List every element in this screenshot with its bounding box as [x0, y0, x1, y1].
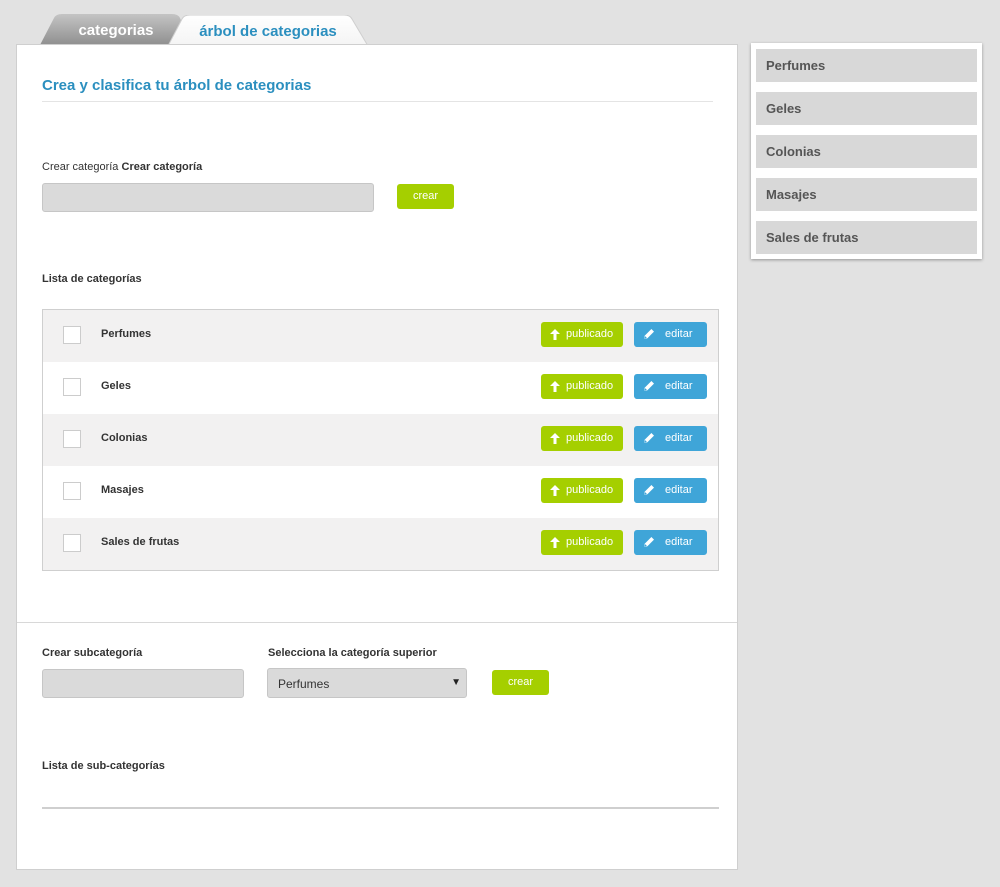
list-item: Masajes publicado editar — [43, 466, 718, 518]
pencil-icon — [644, 329, 654, 339]
publish-button-label: publicado — [566, 380, 614, 392]
row-label: Geles — [101, 380, 131, 392]
subcategory-list-title: Lista de sub-categorías — [42, 760, 165, 772]
edit-button-label: editar — [665, 484, 693, 496]
tab-bar: categorias árbol de categorias — [40, 14, 380, 46]
publish-button-label: publicado — [566, 432, 614, 444]
caret-down-icon: ▼ — [451, 677, 461, 688]
row-label: Colonias — [101, 432, 148, 444]
create-category-label: Crear categoría Crear categoría — [42, 161, 202, 173]
publish-button[interactable]: publicado — [541, 374, 623, 399]
category-list-title: Lista de categorías — [42, 273, 142, 285]
edit-button[interactable]: editar — [634, 374, 707, 399]
pencil-icon — [644, 537, 654, 547]
edit-button-label: editar — [665, 536, 693, 548]
sidebar-item-geles[interactable]: Geles — [756, 92, 977, 125]
sidebar-item-colonias[interactable]: Colonias — [756, 135, 977, 168]
subcategory-list — [42, 807, 719, 809]
create-subcategory-input[interactable] — [42, 669, 244, 698]
edit-button[interactable]: editar — [634, 426, 707, 451]
category-tree-sidebar: Perfumes Geles Colonias Masajes Sales de… — [751, 43, 982, 259]
list-item: Perfumes publicado editar — [43, 310, 718, 362]
publish-button[interactable]: publicado — [541, 322, 623, 347]
divider — [17, 622, 737, 623]
create-category-button[interactable]: crear — [397, 184, 454, 209]
edit-button-label: editar — [665, 432, 693, 444]
row-checkbox[interactable] — [63, 534, 81, 552]
pencil-icon — [644, 433, 654, 443]
page-title: Crea y clasifica tu árbol de categorias — [42, 77, 312, 94]
row-checkbox[interactable] — [63, 482, 81, 500]
publish-button-label: publicado — [566, 536, 614, 548]
create-category-label-bold: Crear categoría — [121, 161, 203, 173]
divider — [42, 101, 713, 102]
tab-arbol-label: árbol de categorias — [199, 23, 337, 40]
edit-button-label: editar — [665, 328, 693, 340]
parent-category-selected: Perfumes — [278, 677, 330, 691]
sidebar-item-sales-de-frutas[interactable]: Sales de frutas — [756, 221, 977, 254]
list-item: Sales de frutas publicado editar — [43, 518, 718, 570]
edit-button-label: editar — [665, 380, 693, 392]
row-checkbox[interactable] — [63, 430, 81, 448]
publish-button[interactable]: publicado — [541, 530, 623, 555]
parent-category-label: Selecciona la categoría superior — [268, 647, 437, 659]
pencil-icon — [644, 485, 654, 495]
arrow-up-icon — [550, 381, 560, 392]
create-category-label-prefix: Crear categoría — [42, 161, 119, 173]
edit-button[interactable]: editar — [634, 530, 707, 555]
row-checkbox[interactable] — [63, 326, 81, 344]
sidebar-item-perfumes[interactable]: Perfumes — [756, 49, 977, 82]
sidebar-item-masajes[interactable]: Masajes — [756, 178, 977, 211]
list-item: Colonias publicado editar — [43, 414, 718, 466]
publish-button[interactable]: publicado — [541, 478, 623, 503]
create-subcategory-button[interactable]: crear — [492, 670, 549, 695]
list-item: Geles publicado editar — [43, 362, 718, 414]
create-category-input[interactable] — [42, 183, 374, 212]
publish-button-label: publicado — [566, 328, 614, 340]
edit-button[interactable]: editar — [634, 322, 707, 347]
row-checkbox[interactable] — [63, 378, 81, 396]
category-list: Perfumes publicado editar Geles publicad… — [42, 309, 719, 571]
edit-button[interactable]: editar — [634, 478, 707, 503]
create-subcategory-label: Crear subcategoría — [42, 647, 143, 659]
publish-button-label: publicado — [566, 484, 614, 496]
row-label: Masajes — [101, 484, 144, 496]
publish-button[interactable]: publicado — [541, 426, 623, 451]
arrow-up-icon — [550, 329, 560, 340]
parent-category-select[interactable]: Perfumes ▼ — [267, 668, 467, 698]
pencil-icon — [644, 381, 654, 391]
tab-arbol-de-categorias[interactable]: árbol de categorias — [168, 15, 368, 46]
row-label: Sales de frutas — [101, 536, 180, 548]
arrow-up-icon — [550, 433, 560, 444]
arrow-up-icon — [550, 485, 560, 496]
tab-categorias-label: categorias — [78, 22, 154, 39]
arrow-up-icon — [550, 537, 560, 548]
row-label: Perfumes — [101, 328, 152, 340]
main-panel: Crea y clasifica tu árbol de categorias … — [16, 44, 738, 870]
